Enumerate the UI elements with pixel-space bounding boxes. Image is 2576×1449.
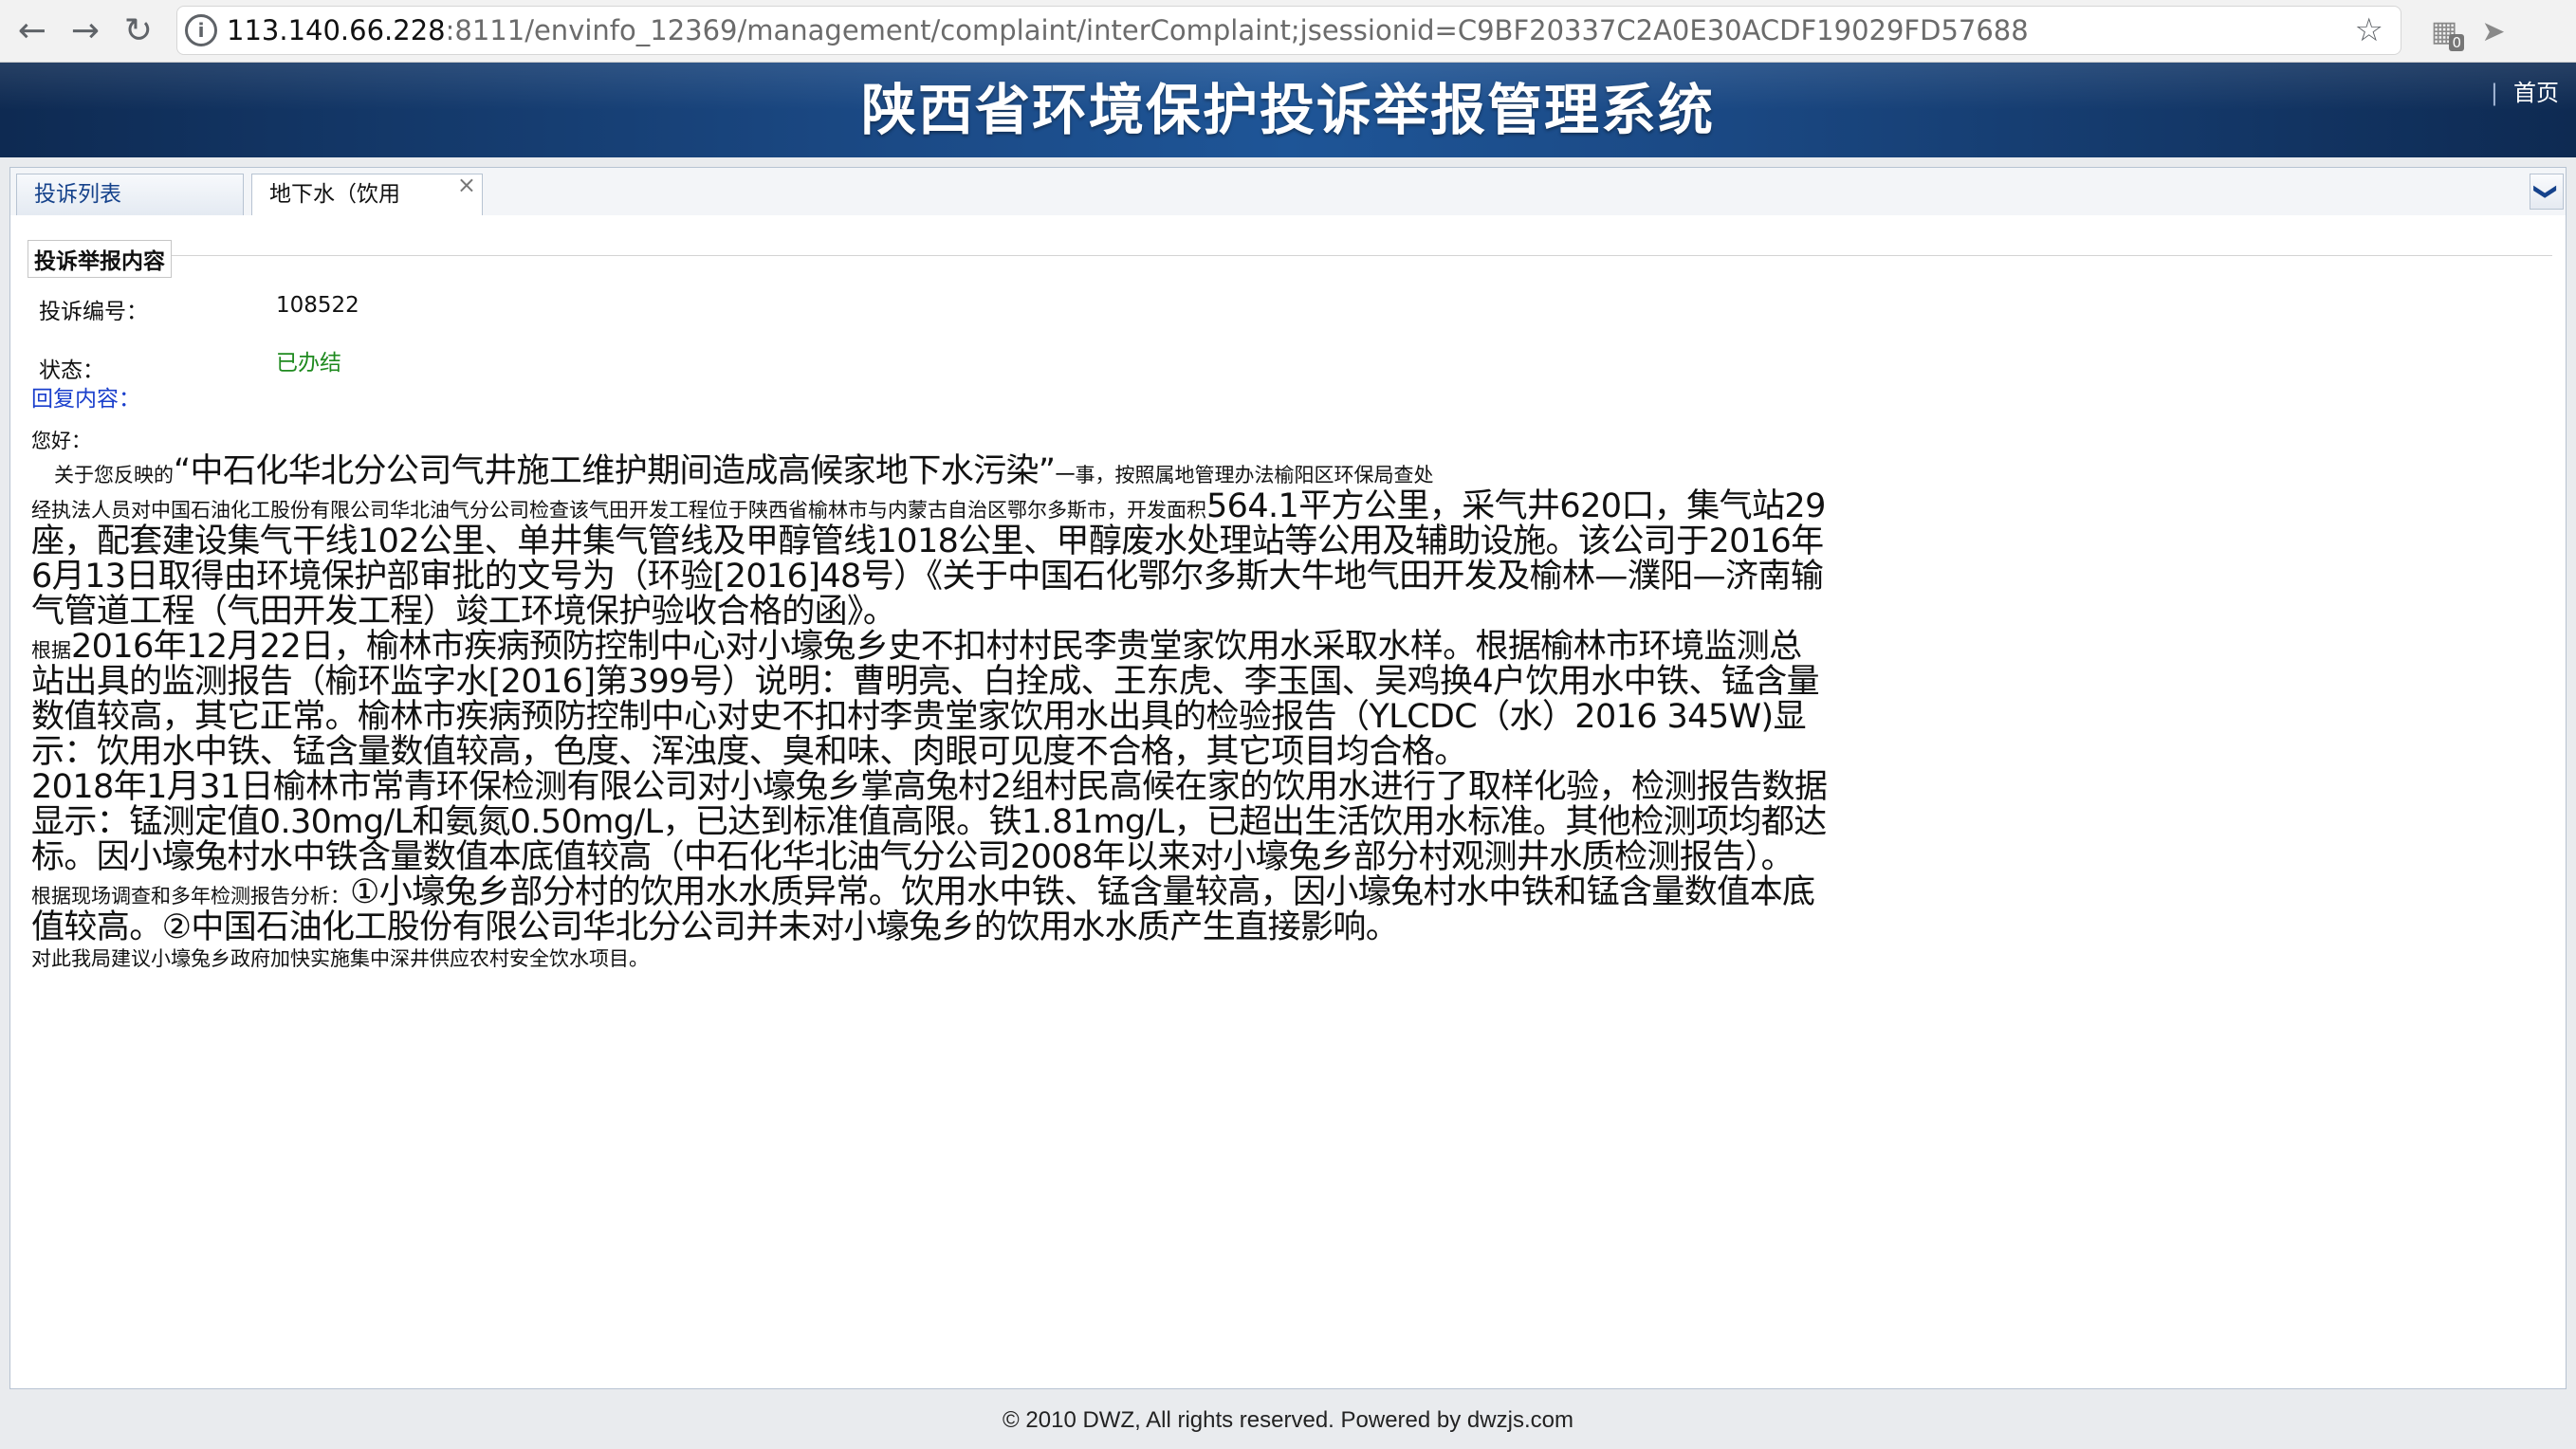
content-panel: 投诉举报内容 投诉编号： 108522 状态： 已办结 回复内容： 您好： 关于…: [9, 215, 2567, 1389]
info-icon[interactable]: i: [185, 14, 217, 46]
home-link-container: | 首页: [2491, 74, 2559, 112]
tab-complaint-list[interactable]: 投诉列表: [16, 174, 244, 215]
back-arrow-icon[interactable]: ←: [9, 8, 55, 53]
reply-p4-body: 2018年1月31日榆林市常青环保检测有限公司对小壕兔乡掌高兔村2组村民高候在家…: [31, 768, 1828, 876]
reply-p1-tail: 一事，按照属地管理办法榆阳区环保局查处: [1055, 464, 1434, 486]
reply-p2-intro: 经执法人员对中国石油化工股份有限公司华北油气分公司检查该气田开发工程位于陕西省榆…: [31, 499, 1206, 522]
reply-p3-intro: 根据: [31, 639, 71, 662]
chevron-down-icon: ❯: [2532, 181, 2560, 202]
reply-p5-intro: 根据现场调查和多年检测报告分析：: [31, 885, 350, 908]
tab-groundwater[interactable]: 地下水（饮用 ×: [251, 171, 483, 217]
reply-p1-subject: “中石化华北分公司气井施工维护期间造成高候家地下水污染”: [174, 452, 1056, 490]
bookmark-star-icon[interactable]: ☆: [2355, 7, 2383, 54]
section-title: 投诉举报内容: [28, 240, 172, 278]
app-header: 陕西省环境保护投诉举报管理系统 | 首页: [0, 63, 2576, 157]
tab-label: 地下水（饮用: [269, 182, 400, 207]
complaint-id-label: 投诉编号：: [39, 300, 148, 324]
reply-paragraph-6: 对此我局建议小壕兔乡政府加快实施集中深井供应农村安全饮水项目。: [31, 947, 649, 970]
reply-paragraph-2: 经执法人员对中国石油化工股份有限公司华北油气分公司检查该气田开发工程位于陕西省榆…: [31, 489, 1833, 630]
forward-arrow-icon[interactable]: →: [63, 8, 108, 53]
reply-p1-intro: 关于您反映的: [54, 464, 174, 486]
reply-paragraph-5: 根据现场调查和多年检测报告分析：①小壕兔乡部分村的饮用水水质异常。饮用水中铁、锰…: [31, 875, 1833, 945]
reply-greeting: 您好：: [31, 430, 91, 452]
url-host: 113.140.66.228: [227, 14, 446, 46]
status-badge: 已办结: [276, 351, 341, 376]
reply-paragraph-3: 根据2016年12月22日，榆林市疾病预防控制中心对小壕兔乡史不扣村村民李贵堂家…: [31, 630, 1833, 770]
reply-content: 您好： 关于您反映的“中石化华北分公司气井施工维护期间造成高候家地下水污染”一事…: [31, 428, 1833, 972]
status-label: 状态：: [39, 358, 104, 383]
reply-label: 回复内容：: [31, 387, 140, 412]
app-title: 陕西省环境保护投诉举报管理系统: [860, 78, 1715, 142]
home-link[interactable]: 首页: [2513, 80, 2559, 106]
url-text[interactable]: 113.140.66.228:8111/envinfo_12369/manage…: [227, 7, 2029, 54]
extension-send-icon[interactable]: ➤: [2474, 11, 2513, 51]
tab-list-dropdown-icon[interactable]: ❯: [2530, 174, 2564, 210]
reply-p3-body: 2016年12月22日，榆林市疾病预防控制中心对小壕兔乡史不扣村村民李贵堂家饮用…: [31, 628, 1820, 771]
complaint-id-value: 108522: [276, 293, 359, 318]
reply-paragraph-1: 关于您反映的“中石化华北分公司气井施工维护期间造成高候家地下水污染”一事，按照属…: [31, 454, 1833, 489]
close-icon[interactable]: ×: [457, 171, 476, 199]
footer: © 2010 DWZ, All rights reserved. Powered…: [0, 1392, 2576, 1449]
home-separator: |: [2490, 80, 2498, 106]
section-divider: [28, 255, 2552, 256]
tab-label: 投诉列表: [34, 182, 121, 207]
reload-icon[interactable]: ↻: [116, 8, 161, 53]
reply-paragraph-4: 2018年1月31日榆林市常青环保检测有限公司对小壕兔乡掌高兔村2组村民高候在家…: [31, 770, 1833, 875]
address-bar[interactable]: i 113.140.66.228:8111/envinfo_12369/mana…: [176, 6, 2401, 55]
extension-badge: 0: [2449, 34, 2464, 51]
url-path: :8111/envinfo_12369/management/complaint…: [445, 14, 2029, 46]
extension-icon[interactable]: ▦ 0: [2424, 11, 2464, 51]
tab-bar: 投诉列表 地下水（饮用 × ❯: [9, 167, 2567, 217]
browser-toolbar: ← → ↻ i 113.140.66.228:8111/envinfo_1236…: [0, 0, 2576, 63]
